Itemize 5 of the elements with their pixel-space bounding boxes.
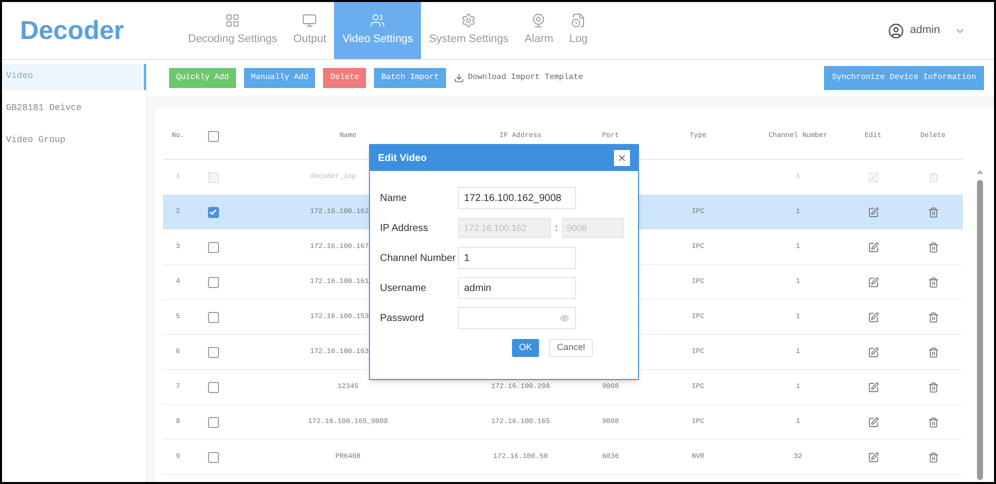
- field-label: Password: [380, 312, 425, 326]
- app-logo: Decoder: [19, 14, 126, 47]
- field-label: Channel Number: [380, 252, 457, 266]
- field-label: Username: [380, 282, 428, 296]
- colon-separator: :: [555, 222, 558, 236]
